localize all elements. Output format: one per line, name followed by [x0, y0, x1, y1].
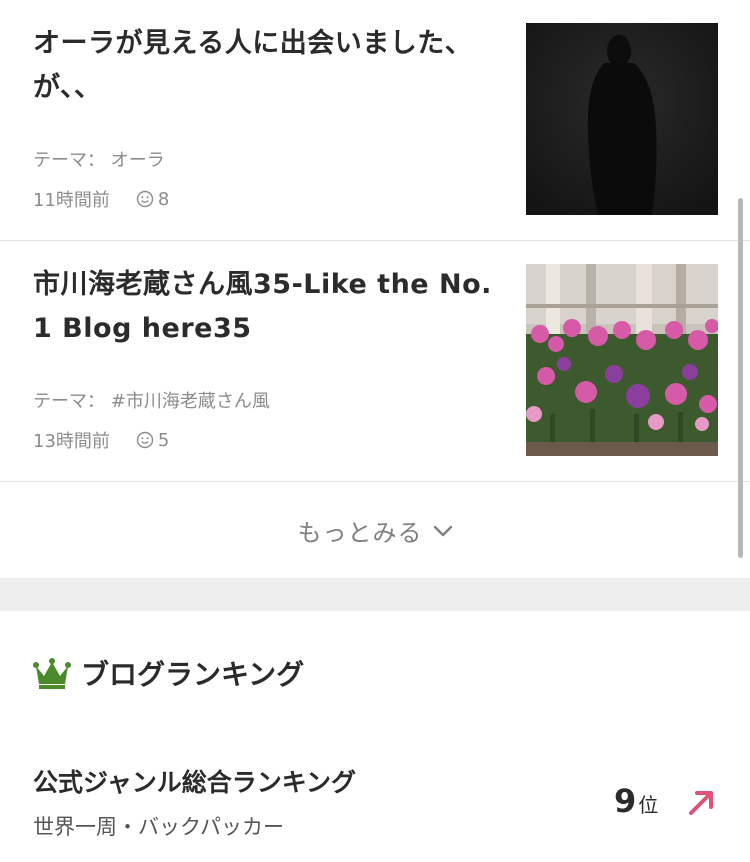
- theme-name[interactable]: #市川海老蔵さん風: [111, 391, 270, 412]
- scrollbar[interactable]: [738, 198, 743, 558]
- theme-name[interactable]: オーラ: [111, 150, 165, 171]
- article-thumbnail[interactable]: [526, 23, 718, 215]
- article-title[interactable]: オーラが見える人に出会いました、が、、: [33, 22, 493, 110]
- ranking-genre[interactable]: 世界一周・バックパッカー: [33, 811, 284, 841]
- article-title[interactable]: 市川海老蔵さん風35-Like the No. 1 Blog here35: [33, 263, 493, 351]
- more-label: もっとみる: [297, 519, 423, 547]
- shadow-photo-icon: [526, 23, 718, 215]
- like-count: 8: [136, 189, 169, 210]
- chevron-down-icon: [433, 525, 452, 536]
- smile-icon: [136, 190, 154, 208]
- like-number: 8: [157, 188, 170, 210]
- ranking-title[interactable]: 公式ジャンル総合ランキング: [33, 763, 356, 799]
- up-right-arrow-icon: [689, 791, 713, 815]
- crown-icon: [33, 658, 71, 689]
- flowers-photo-icon: [526, 264, 718, 456]
- theme-label: テーマ：: [33, 391, 105, 412]
- article-time: 13時間前: [33, 431, 110, 452]
- like-count: 5: [136, 430, 169, 451]
- article-card[interactable]: 市川海老蔵さん風35-Like the No. 1 Blog here35 テー…: [0, 241, 750, 482]
- smile-icon: [136, 431, 154, 449]
- ranking-position: 9 位: [614, 782, 658, 820]
- ranking-number: 9: [614, 782, 637, 820]
- section-divider: [0, 578, 750, 611]
- theme-label: テーマ：: [33, 150, 105, 171]
- like-number: 5: [157, 429, 170, 451]
- article-meta: 11時間前 8: [33, 186, 169, 212]
- ranking-heading: ブログランキング: [81, 658, 305, 691]
- more-button[interactable]: もっとみる: [0, 483, 750, 578]
- article-thumbnail[interactable]: [526, 264, 718, 456]
- article-time: 11時間前: [33, 190, 110, 211]
- article-card[interactable]: オーラが見える人に出会いました、が、、 テーマ： オーラ 11時間前 8: [0, 0, 750, 241]
- article-theme[interactable]: テーマ： #市川海老蔵さん風: [33, 387, 270, 413]
- article-meta: 13時間前 5: [33, 427, 169, 453]
- ranking-unit: 位: [638, 793, 659, 817]
- ranking-section-header: ブログランキング: [33, 653, 304, 693]
- article-theme[interactable]: テーマ： オーラ: [33, 146, 165, 172]
